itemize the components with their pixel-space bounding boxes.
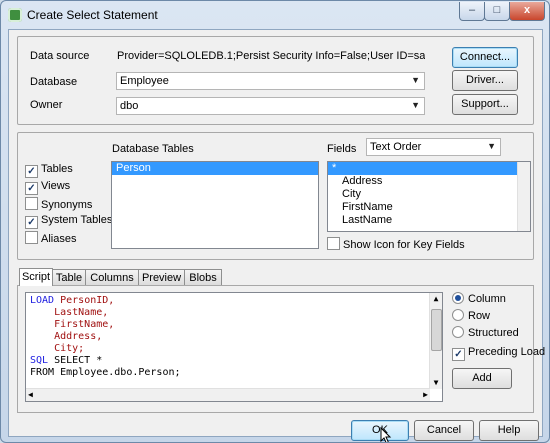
script-line: FirstName, [30, 319, 114, 330]
check-icon: ✓ [25, 165, 38, 178]
structured-radio[interactable]: Structured [452, 326, 519, 339]
radio-empty-icon [452, 326, 464, 338]
show-icon-key-fields-label: Show Icon for Key Fields [343, 239, 465, 251]
scroll-thumb[interactable] [431, 309, 442, 351]
script-line: City; [30, 343, 84, 354]
scroll-left-icon[interactable]: ◀ [28, 389, 33, 401]
database-tables-list[interactable]: Person [111, 161, 319, 249]
radio-selected-icon [452, 292, 464, 304]
views-checkbox[interactable]: ✓ Views [25, 180, 70, 195]
tab-script[interactable]: Script [19, 268, 53, 286]
script-text: City; [30, 343, 85, 354]
create-select-dialog: Create Select Statement ‒ □ x Data sourc… [0, 0, 550, 443]
field-item[interactable]: Address [328, 175, 530, 188]
unchecked-box-icon [25, 197, 38, 210]
data-source-label: Data source [30, 50, 90, 62]
views-checkbox-label: Views [41, 180, 71, 192]
script-editor[interactable]: LOAD PersonID, LastName, FirstName, Addr… [25, 292, 443, 402]
script-line: LOAD PersonID, [30, 295, 114, 306]
database-select-value: Employee [120, 75, 169, 87]
tab-table[interactable]: Table [52, 269, 86, 285]
data-source-value: Provider=SQLOLEDB.1;Persist Security Inf… [117, 50, 425, 62]
field-item[interactable]: LastName [328, 214, 530, 227]
script-text: PersonID, [54, 295, 115, 306]
radio-empty-icon [452, 309, 464, 321]
script-text: FirstName, [30, 319, 115, 330]
show-icon-key-fields-checkbox[interactable]: Show Icon for Key Fields [327, 237, 465, 251]
title-bar[interactable]: Create Select Statement ‒ □ x [1, 1, 549, 29]
database-select[interactable]: Employee ▼ [116, 72, 425, 90]
script-line: LastName, [30, 307, 108, 318]
row-radio[interactable]: Row [452, 309, 490, 322]
script-horizontal-scrollbar[interactable]: ◀ ▶ [26, 388, 430, 401]
script-line: SQL SELECT * [30, 355, 102, 366]
synonyms-checkbox[interactable]: Synonyms [25, 197, 92, 211]
script-line: FROM Employee.dbo.Person; [30, 367, 181, 378]
scroll-down-icon[interactable]: ▼ [430, 377, 442, 389]
preceding-load-label: Preceding Load [468, 346, 546, 358]
qlikview-app-icon [8, 8, 22, 22]
maximize-button[interactable]: □ [484, 2, 510, 21]
owner-select-value: dbo [120, 100, 139, 112]
system-tables-checkbox-label: System Tables [41, 214, 113, 226]
chevron-down-icon: ▼ [411, 75, 420, 85]
row-radio-label: Row [468, 310, 491, 322]
system-tables-checkbox[interactable]: ✓ System Tables [25, 214, 112, 229]
minimize-button[interactable]: ‒ [459, 2, 485, 21]
tables-checkbox-label: Tables [41, 163, 73, 175]
script-text: SELECT * [48, 355, 103, 366]
database-label: Database [30, 76, 78, 88]
field-order-select[interactable]: Text Order ▼ [366, 138, 501, 156]
table-item-person[interactable]: Person [112, 162, 318, 175]
dialog-client-area: Data source Provider=SQLOLEDB.1;Persist … [8, 29, 545, 442]
field-item[interactable]: * [328, 162, 518, 175]
aliases-checkbox[interactable]: Aliases [25, 231, 76, 245]
chevron-down-icon: ▼ [411, 100, 420, 110]
field-item[interactable]: City [328, 188, 530, 201]
cancel-button[interactable]: Cancel [414, 420, 474, 441]
mouse-pointer-icon [380, 427, 392, 442]
column-radio-label: Column [468, 293, 506, 305]
script-text: LastName, [30, 307, 109, 318]
tab-columns[interactable]: Columns [85, 269, 139, 285]
close-button[interactable]: x [509, 2, 545, 21]
check-icon: ✓ [452, 348, 465, 361]
scroll-right-icon[interactable]: ▶ [423, 389, 428, 401]
script-keyword: LOAD [30, 295, 55, 306]
script-line: Address, [30, 331, 102, 342]
script-text: Address, [30, 331, 103, 342]
scroll-up-icon[interactable]: ▲ [430, 293, 442, 305]
check-icon: ✓ [25, 182, 38, 195]
field-item[interactable]: FirstName [328, 201, 530, 214]
fields-scrollbar[interactable] [517, 162, 530, 231]
script-keyword: SQL [30, 355, 49, 366]
database-tables-heading: Database Tables [112, 143, 194, 155]
aliases-checkbox-label: Aliases [41, 233, 77, 245]
tables-checkbox[interactable]: ✓ Tables [25, 163, 73, 178]
add-button[interactable]: Add [452, 368, 512, 389]
driver-button[interactable]: Driver... [452, 70, 518, 91]
synonyms-checkbox-label: Synonyms [41, 199, 93, 211]
tab-blobs[interactable]: Blobs [184, 269, 222, 285]
field-order-value: Text Order [370, 141, 422, 153]
help-button[interactable]: Help [479, 420, 539, 441]
structured-radio-label: Structured [468, 327, 519, 339]
connect-button[interactable]: Connect... [452, 47, 518, 68]
fields-list[interactable]: * Address City FirstName LastName [327, 161, 531, 232]
check-icon: ✓ [25, 216, 38, 229]
preceding-load-checkbox[interactable]: ✓ Preceding Load [452, 346, 545, 361]
support-button[interactable]: Support... [452, 94, 518, 115]
tab-preview[interactable]: Preview [138, 269, 185, 285]
fields-label: Fields [327, 143, 357, 155]
owner-select[interactable]: dbo ▼ [116, 97, 425, 115]
owner-label: Owner [30, 99, 63, 111]
unchecked-box-icon [25, 231, 38, 244]
unchecked-box-icon [327, 237, 340, 250]
script-vertical-scrollbar[interactable]: ▲ ▼ [429, 293, 442, 389]
script-text: FROM Employee.dbo.Person; [30, 367, 181, 378]
column-radio[interactable]: Column [452, 292, 506, 305]
window-title: Create Select Statement [27, 8, 158, 22]
chevron-down-icon: ▼ [487, 141, 496, 151]
